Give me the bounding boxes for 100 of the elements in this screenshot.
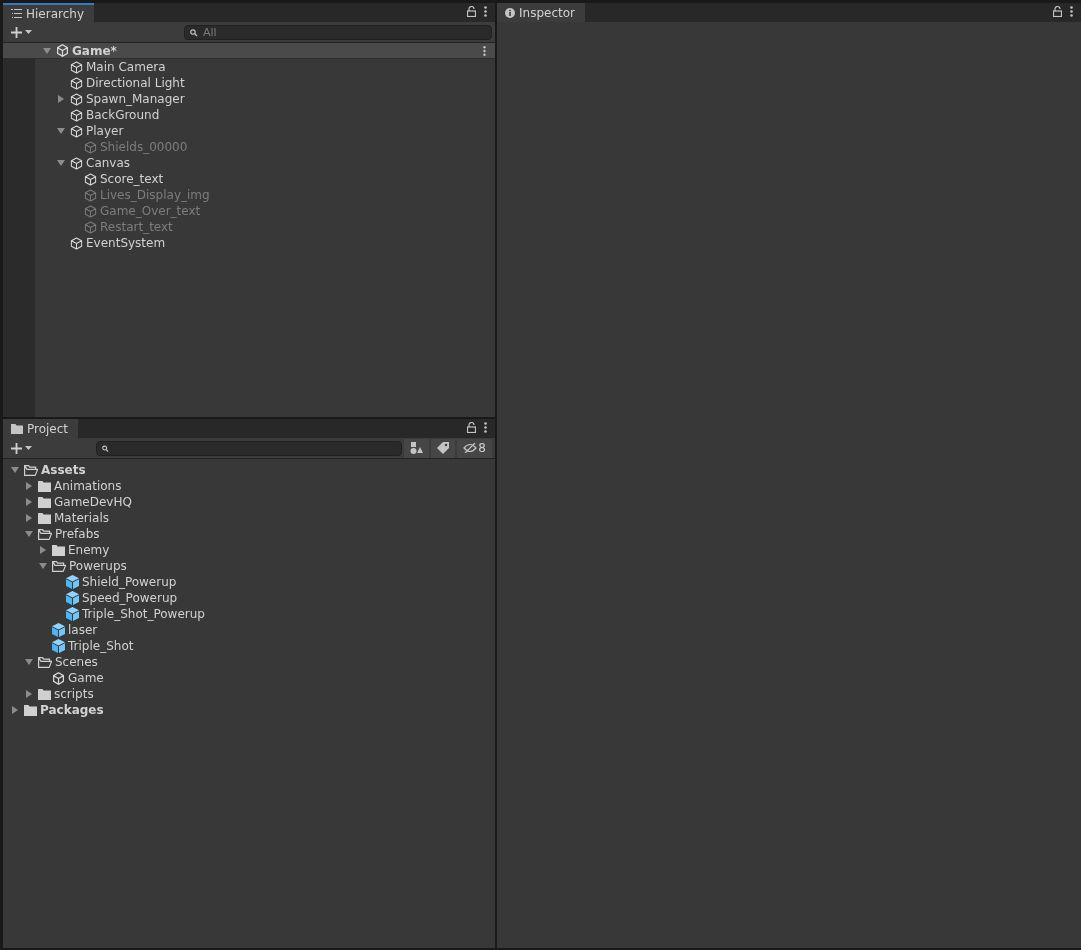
expand-arrow-icon[interactable]	[39, 546, 47, 554]
more-icon[interactable]	[484, 5, 487, 17]
project-item[interactable]: GameDevHQ	[3, 494, 495, 510]
expand-arrow-icon[interactable]	[11, 466, 19, 474]
hierarchy-item[interactable]: Main Camera	[41, 59, 495, 75]
lock-icon[interactable]	[1053, 5, 1062, 17]
inspector-tab[interactable]: Inspector	[497, 3, 585, 22]
cube-icon	[70, 60, 83, 74]
expand-arrow-icon[interactable]	[25, 498, 33, 506]
folder-icon	[38, 512, 51, 524]
expand-arrow-icon[interactable]	[39, 562, 47, 570]
hierarchy-item[interactable]: Directional Light	[41, 75, 495, 91]
hierarchy-item[interactable]: EventSystem	[41, 235, 495, 251]
lock-icon[interactable]	[467, 421, 476, 433]
unity-logo-icon	[52, 671, 65, 685]
cube-icon	[66, 591, 79, 605]
more-icon[interactable]	[484, 421, 487, 433]
filter-by-label-button[interactable]	[431, 438, 456, 458]
scene-name: Game*	[72, 43, 117, 58]
expand-arrow-icon[interactable]	[25, 690, 33, 698]
project-item[interactable]: laser	[3, 622, 495, 638]
project-item[interactable]: Game	[3, 670, 495, 686]
asset-name: Triple_Shot_Powerup	[82, 607, 205, 621]
hierarchy-tab[interactable]: Hierarchy	[3, 3, 94, 22]
project-item[interactable]: Packages	[3, 702, 495, 718]
filter-by-type-button[interactable]	[404, 438, 430, 458]
expand-arrow-icon[interactable]	[25, 658, 33, 666]
hidden-packages-button[interactable]: 8	[457, 438, 492, 458]
cube-icon	[70, 156, 83, 170]
project-item[interactable]: scripts	[3, 686, 495, 702]
caret-icon	[25, 30, 32, 34]
cube-icon	[52, 639, 65, 653]
asset-name: Animations	[54, 479, 122, 493]
expand-arrow-icon[interactable]	[11, 706, 19, 714]
project-item[interactable]: Prefabs	[3, 526, 495, 542]
asset-name: laser	[68, 623, 98, 637]
project-item[interactable]: Scenes	[3, 654, 495, 670]
plus-icon	[11, 26, 22, 38]
cube-icon	[70, 92, 83, 106]
cube-icon	[70, 76, 83, 90]
cube-icon	[84, 188, 97, 202]
object-name: Main Camera	[86, 60, 166, 74]
scene-row[interactable]: Game*	[3, 43, 495, 59]
object-name: Directional Light	[86, 76, 185, 90]
folder-icon	[24, 704, 37, 716]
hierarchy-item[interactable]: BackGround	[41, 107, 495, 123]
tag-icon	[437, 442, 450, 454]
hierarchy-item[interactable]: Spawn_Manager	[41, 91, 495, 107]
asset-name: Speed_Powerup	[82, 591, 178, 605]
project-item[interactable]: Shield_Powerup	[3, 574, 495, 590]
open-folder-icon	[52, 560, 66, 572]
folder-icon	[38, 688, 51, 700]
asset-name: Enemy	[68, 543, 110, 557]
lock-icon[interactable]	[467, 5, 476, 17]
project-item[interactable]: Powerups	[3, 558, 495, 574]
folder-icon	[38, 480, 51, 492]
plus-icon	[11, 442, 22, 454]
search-field[interactable]: All	[184, 24, 492, 40]
caret-icon	[25, 446, 32, 450]
asset-name: Game	[68, 671, 104, 685]
open-folder-icon	[38, 656, 52, 668]
more-icon[interactable]	[1070, 5, 1073, 17]
object-name: Player	[86, 124, 124, 138]
cube-icon	[66, 575, 79, 589]
list-icon	[11, 9, 22, 18]
project-item[interactable]: Speed_Powerup	[3, 590, 495, 606]
object-name: Shields_00000	[100, 140, 188, 154]
project-tab[interactable]: Project	[3, 419, 79, 438]
project-item[interactable]: Assets	[3, 462, 495, 478]
expand-arrow-icon[interactable]	[57, 95, 65, 103]
cube-icon	[84, 172, 97, 186]
open-folder-icon	[38, 528, 52, 540]
unity-logo-icon	[56, 44, 69, 57]
expand-arrow-icon[interactable]	[25, 482, 33, 490]
object-name: BackGround	[86, 108, 160, 122]
search-icon	[190, 28, 199, 37]
object-name: Score_text	[100, 172, 164, 186]
search-field[interactable]	[96, 440, 403, 456]
project-item[interactable]: Animations	[3, 478, 495, 494]
asset-name: Scenes	[55, 655, 98, 669]
asset-name: Assets	[41, 463, 86, 477]
folder-icon	[52, 544, 65, 556]
expand-arrow-icon[interactable]	[57, 159, 65, 167]
hierarchy-item[interactable]: Canvas	[41, 155, 495, 171]
object-name: EventSystem	[86, 236, 166, 250]
hierarchy-item[interactable]: Score_text	[41, 171, 495, 187]
asset-name: GameDevHQ	[54, 495, 132, 509]
expand-arrow-icon[interactable]	[25, 514, 33, 522]
hierarchy-item[interactable]: Player	[41, 123, 495, 139]
project-item[interactable]: Triple_Shot	[3, 638, 495, 654]
asset-name: scripts	[54, 687, 94, 701]
more-icon[interactable]	[483, 45, 486, 56]
project-item[interactable]: Materials	[3, 510, 495, 526]
asset-name: Prefabs	[55, 527, 100, 541]
cube-icon	[70, 236, 83, 250]
expand-arrow-icon[interactable]	[43, 46, 51, 55]
expand-arrow-icon[interactable]	[57, 127, 65, 135]
project-item[interactable]: Triple_Shot_Powerup	[3, 606, 495, 622]
project-item[interactable]: Enemy	[3, 542, 495, 558]
expand-arrow-icon[interactable]	[25, 530, 33, 538]
